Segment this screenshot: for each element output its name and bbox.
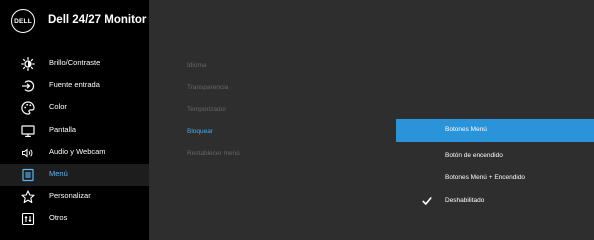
sidebar-item-fuente-entrada[interactable]: Fuente entrada bbox=[0, 75, 149, 97]
monitor-osd: DELL Dell 24/27 Monitor Brillo/Contraste bbox=[0, 0, 594, 240]
sidebar-item-label: Personalizar bbox=[49, 191, 91, 200]
monitor-title: Dell 24/27 Monitor bbox=[48, 14, 147, 26]
checkmark-icon bbox=[422, 197, 432, 205]
menu-icon bbox=[20, 167, 36, 183]
sidebar-item-label: Fuente entrada bbox=[49, 80, 100, 89]
dell-logo: DELL bbox=[11, 9, 35, 33]
submenu-item-bloquear[interactable]: Bloquear bbox=[187, 128, 213, 135]
sidebar-item-color[interactable]: Color bbox=[0, 97, 149, 119]
sidebar-item-otros[interactable]: Otros bbox=[0, 208, 149, 230]
sidebar-item-label: Audio y Webcam bbox=[49, 147, 106, 156]
option-label: Deshabilitado bbox=[445, 197, 485, 204]
option-boton-encendido[interactable]: Botón de encendido bbox=[396, 145, 594, 168]
display-icon bbox=[20, 123, 36, 139]
audio-icon bbox=[20, 145, 36, 161]
option-botones-menu-encendido[interactable]: Botones Menú + Encendido bbox=[396, 167, 594, 190]
sidebar-item-brillo-contraste[interactable]: Brillo/Contraste bbox=[0, 53, 149, 75]
sidebar-item-pantalla[interactable]: Pantalla bbox=[0, 120, 149, 142]
brightness-icon bbox=[20, 56, 36, 72]
sidebar-item-personalizar[interactable]: Personalizar bbox=[0, 186, 149, 208]
sidebar-item-audio-webcam[interactable]: Audio y Webcam bbox=[0, 142, 149, 164]
option-deshabilitado[interactable]: Deshabilitado bbox=[396, 190, 594, 213]
option-label: Botones Menú + Encendido bbox=[445, 174, 526, 181]
header: DELL Dell 24/27 Monitor bbox=[0, 0, 149, 46]
submenu-item-temporizador[interactable]: Temporizador bbox=[187, 106, 226, 113]
color-palette-icon bbox=[20, 100, 36, 116]
sidebar-item-label: Menú bbox=[49, 169, 68, 178]
option-botones-menu[interactable]: Botones Menú bbox=[396, 119, 594, 142]
sidebar-item-label: Color bbox=[49, 102, 67, 111]
submenu-item-idioma[interactable]: Idioma bbox=[187, 62, 207, 69]
star-icon bbox=[20, 189, 36, 205]
input-source-icon bbox=[20, 78, 36, 94]
submenu-item-transparencia[interactable]: Transparencia bbox=[187, 84, 228, 91]
lock-options: Botones Menú Botón de encendido Botones … bbox=[396, 119, 594, 215]
option-label: Botón de encendido bbox=[445, 152, 503, 159]
option-label: Botones Menú bbox=[445, 126, 487, 133]
others-icon bbox=[20, 211, 36, 227]
sidebar-item-menu[interactable]: Menú bbox=[0, 164, 149, 186]
sidebar-item-label: Otros bbox=[49, 213, 68, 222]
sidebar-item-label: Pantalla bbox=[49, 125, 77, 134]
sidebar-item-label: Brillo/Contraste bbox=[49, 58, 101, 67]
sidebar: DELL Dell 24/27 Monitor Brillo/Contraste bbox=[0, 0, 149, 240]
submenu-item-restablecer-menu[interactable]: Restablecer menú bbox=[187, 150, 240, 157]
